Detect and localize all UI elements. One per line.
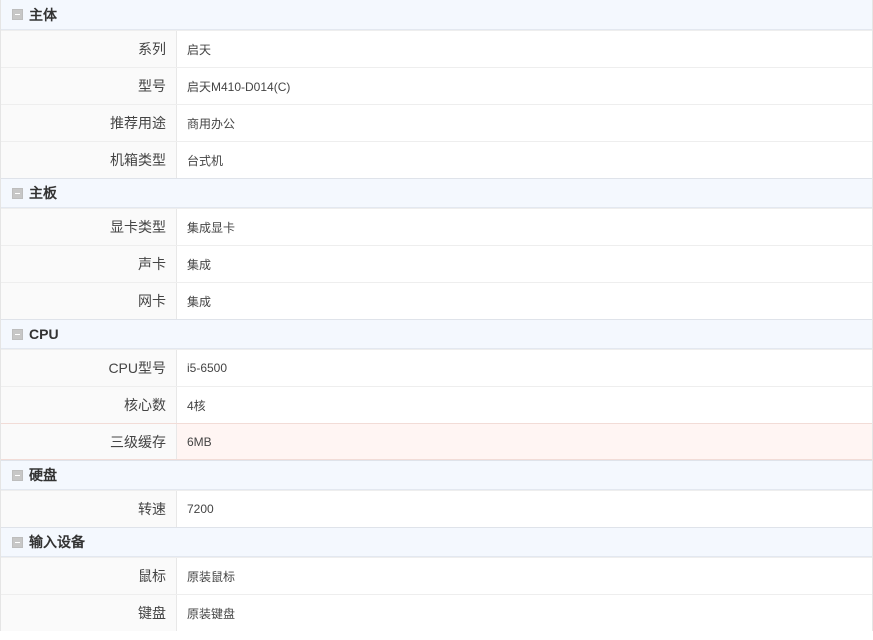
spec-label: 网卡 — [1, 283, 177, 319]
collapse-minus-icon[interactable] — [12, 469, 23, 481]
section-header[interactable]: 主体 — [1, 0, 872, 30]
spec-value: 原装键盘 — [187, 606, 236, 621]
spec-value: 集成 — [187, 294, 212, 309]
section-header[interactable]: 输入设备 — [1, 527, 872, 557]
spec-row: 声卡 集成 — [1, 245, 872, 282]
spec-row: CPU型号 i5-6500 — [1, 349, 872, 386]
section-header[interactable]: CPU — [1, 319, 872, 349]
spec-row: 推荐用途 商用办公 — [1, 104, 872, 141]
spec-value: 启天 — [187, 42, 212, 57]
spec-label: 显卡类型 — [1, 209, 177, 245]
spec-row: 鼠标 原装鼠标 — [1, 557, 872, 594]
collapse-minus-icon[interactable] — [12, 328, 23, 340]
spec-label: 声卡 — [1, 246, 177, 282]
spec-table: 主体 系列 启天 型号 启天M410-D014(C) 推荐用途 商用办公 机箱类型 台式机 主板显… — [0, 0, 873, 631]
spec-row: 三级缓存 6MB — [1, 423, 872, 460]
spec-value: 台式机 — [187, 153, 224, 168]
spec-row: 显卡类型 集成显卡 — [1, 208, 872, 245]
spec-section: 硬盘转速 7200 — [0, 460, 873, 527]
spec-value: 集成 — [187, 257, 212, 272]
spec-section: 主板 显卡类型 集成显卡 声卡 集成 网卡 集成 — [0, 178, 873, 319]
spec-value: 6MB — [177, 424, 872, 459]
section-title: 主体 — [29, 6, 57, 23]
spec-row: 系列 启天 — [1, 30, 872, 67]
section-title: CPU — [29, 326, 59, 342]
section-header[interactable]: 主板 — [1, 178, 872, 208]
spec-value: 原装鼠标 — [187, 569, 236, 584]
spec-label: CPU型号 — [1, 350, 177, 386]
spec-value: 7200 — [187, 502, 214, 516]
spec-label: 三级缓存 — [1, 424, 177, 459]
spec-row: 键盘 原装键盘 — [1, 594, 872, 631]
spec-row: 机箱类型 台式机 — [1, 141, 872, 178]
spec-value: 4核 — [187, 398, 206, 413]
spec-label: 键盘 — [1, 595, 177, 631]
spec-row: 转速 7200 — [1, 490, 872, 527]
spec-label: 鼠标 — [1, 558, 177, 594]
spec-section: 主体 系列 启天 型号 启天M410-D014(C) 推荐用途 商用办公 机箱类型 台式机 — [0, 0, 873, 178]
spec-section: CPU CPU型号 i5-6500 核心数 4核 三级缓存 6MB — [0, 319, 873, 460]
spec-label: 型号 — [1, 68, 177, 104]
collapse-minus-icon[interactable] — [12, 536, 23, 548]
collapse-minus-icon[interactable] — [12, 187, 23, 199]
section-title: 硬盘 — [29, 467, 57, 483]
spec-row: 核心数 4核 — [1, 386, 872, 423]
section-title: 输入设备 — [29, 534, 85, 550]
spec-label: 转速 — [1, 491, 177, 527]
spec-label: 推荐用途 — [1, 105, 177, 141]
spec-value: i5-6500 — [187, 361, 228, 375]
spec-row: 型号 启天M410-D014(C) — [1, 67, 872, 104]
spec-label: 机箱类型 — [1, 142, 177, 178]
spec-row: 网卡 集成 — [1, 282, 872, 319]
section-title: 主板 — [29, 185, 57, 201]
spec-section: 输入设备 鼠标 原装鼠标 键盘 原装键盘 — [0, 527, 873, 631]
collapse-minus-icon[interactable] — [12, 9, 23, 20]
spec-value: 商用办公 — [187, 116, 236, 131]
spec-value: 启天M410-D014(C) — [187, 79, 291, 94]
spec-value: 集成显卡 — [187, 220, 236, 235]
spec-label: 核心数 — [1, 387, 177, 423]
spec-label: 系列 — [1, 31, 177, 67]
section-header[interactable]: 硬盘 — [1, 460, 872, 490]
